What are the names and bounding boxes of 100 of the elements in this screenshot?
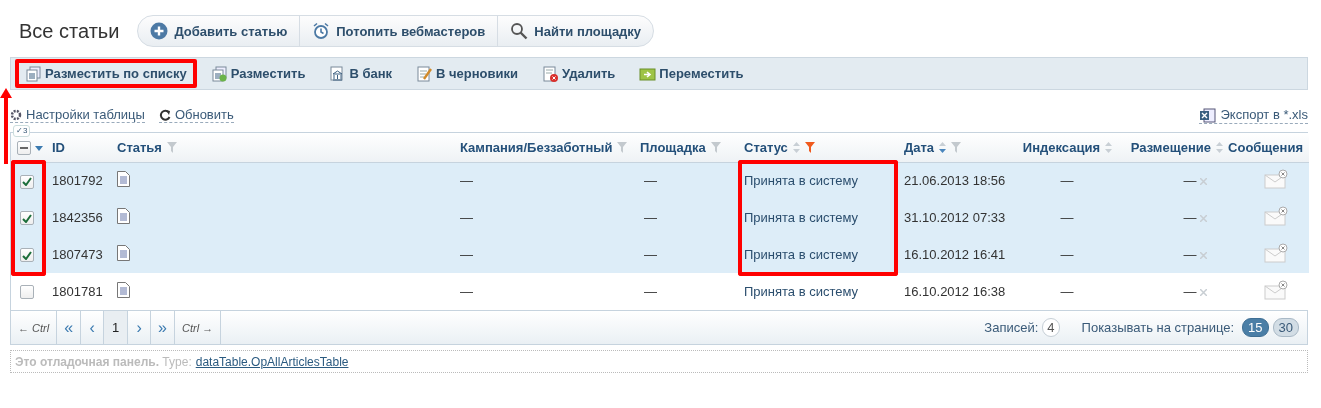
action-button[interactable]: Найти площадку <box>497 16 654 46</box>
document-delete-icon <box>542 65 559 82</box>
settings-link[interactable]: Настройки таблицы <box>10 107 145 123</box>
campaign-cell: — <box>460 210 473 225</box>
page-title: Все статьи <box>19 19 120 43</box>
check-icon <box>22 177 32 187</box>
site-cell: — <box>644 210 657 225</box>
selected-count-badge: ✓3 <box>13 125 31 137</box>
envelope-icon[interactable] <box>1264 243 1288 263</box>
filter-icon[interactable] <box>617 141 628 153</box>
pager-button[interactable]: « <box>57 311 82 344</box>
dropdown-caret-icon[interactable] <box>35 145 43 151</box>
sort-icon[interactable] <box>792 141 800 153</box>
pager-button[interactable]: » <box>151 311 175 344</box>
sort-icon[interactable] <box>1216 141 1223 153</box>
placement-cell: — <box>1183 247 1197 262</box>
id-cell: 1801792 <box>52 173 103 189</box>
document-icon[interactable] <box>117 245 130 261</box>
spreadsheet-icon <box>1199 106 1217 123</box>
status-cell: Принята в систему <box>744 284 859 299</box>
placement-cell: — <box>1183 173 1197 189</box>
placement-cell: — <box>1183 210 1197 225</box>
minus-icon <box>20 147 28 150</box>
envelope-icon[interactable] <box>1264 206 1288 226</box>
documents-icon <box>25 65 42 82</box>
indexing-cell: — <box>1060 210 1074 225</box>
row-checkbox[interactable] <box>20 211 34 226</box>
plus-icon <box>150 22 169 40</box>
select-all-checkbox[interactable] <box>17 141 31 156</box>
filter-icon[interactable] <box>166 141 177 153</box>
close-icon[interactable] <box>1200 252 1207 259</box>
alarm-clock-icon <box>312 22 331 40</box>
toolbar-button[interactable]: Удалить <box>532 59 626 88</box>
id-cell: 1801781 <box>52 284 103 299</box>
campaign-cell: — <box>460 284 473 299</box>
site-cell: — <box>644 284 657 299</box>
sort-icon[interactable] <box>939 141 947 153</box>
filter-icon[interactable] <box>710 141 721 153</box>
row-checkbox[interactable] <box>20 248 34 263</box>
per-page-button[interactable]: 15 <box>1242 318 1269 337</box>
campaign-cell: — <box>460 173 473 189</box>
indexing-cell: — <box>1060 247 1074 262</box>
toolbar-button[interactable]: Разместить <box>200 59 316 88</box>
date-cell: 16.10.2012 16:38 <box>904 284 1006 299</box>
toolbar-button[interactable]: В банк <box>319 59 402 88</box>
documents-icon <box>210 65 228 82</box>
placement-cell: — <box>1183 284 1197 299</box>
document-icon[interactable] <box>117 208 130 224</box>
action-button[interactable]: Потопить вебмастеров <box>299 16 498 46</box>
action-button[interactable]: Добавить статью <box>138 16 300 46</box>
id-cell: 1807473 <box>52 247 103 262</box>
envelope-icon[interactable] <box>1264 169 1288 190</box>
campaign-cell: — <box>460 247 473 262</box>
document-icon[interactable] <box>117 171 130 188</box>
date-cell: 16.10.2012 16:41 <box>904 247 1006 262</box>
document-icon[interactable] <box>117 282 130 298</box>
export-link[interactable]: Экспорт в *.xls <box>1199 106 1308 124</box>
sort-icon[interactable] <box>1105 141 1112 153</box>
row-checkbox[interactable] <box>20 174 34 189</box>
check-icon <box>22 213 32 223</box>
site-cell: — <box>644 247 657 262</box>
records-count: 4 <box>1042 318 1060 337</box>
toolbar-button[interactable]: Разместить по списку <box>15 59 197 88</box>
filter-icon[interactable] <box>951 141 962 153</box>
filter-icon[interactable] <box>804 141 815 153</box>
pager-button[interactable]: › <box>128 311 152 344</box>
settings-icon <box>10 108 22 121</box>
prev-page-hint: ← Ctrl <box>11 311 58 344</box>
envelope-icon[interactable] <box>1264 280 1288 300</box>
id-cell: 1842356 <box>52 210 103 225</box>
indexing-cell: — <box>1060 284 1074 299</box>
debug-text: Это отладочная панель. Type: <box>15 355 192 369</box>
column-header[interactable]: ID <box>52 139 65 155</box>
site-cell: — <box>644 173 657 189</box>
search-icon <box>510 22 529 40</box>
debug-link[interactable]: dataTable.OpAllArticlesTable <box>195 355 349 369</box>
per-page-label: Показывать на странице: <box>1081 320 1235 335</box>
row-checkbox[interactable] <box>20 285 34 300</box>
close-icon[interactable] <box>1200 178 1207 186</box>
records-label: Записей: <box>984 320 1039 335</box>
refresh-link[interactable]: Обновить <box>158 107 234 123</box>
check-icon <box>22 250 32 260</box>
close-icon[interactable] <box>1200 215 1207 222</box>
next-page-hint: Ctrl → <box>175 311 222 344</box>
column-header[interactable]: Дата <box>904 139 935 155</box>
toolbar-button[interactable]: В черновики <box>406 59 528 88</box>
column-header[interactable]: Статус <box>744 139 788 155</box>
date-cell: 21.06.2013 18:56 <box>904 173 1006 189</box>
date-cell: 31.10.2012 07:33 <box>904 210 1006 225</box>
close-icon[interactable] <box>1200 289 1207 296</box>
column-header[interactable]: Статья <box>117 139 162 155</box>
notepad-pencil-icon <box>416 65 433 82</box>
toolbar-button[interactable]: Переместить <box>629 59 754 88</box>
status-cell: Принята в систему <box>744 173 859 189</box>
pager-button[interactable]: 1 <box>104 311 129 344</box>
status-cell: Принята в систему <box>744 210 859 225</box>
per-page-button[interactable]: 30 <box>1272 318 1299 337</box>
status-cell: Принята в систему <box>744 247 859 262</box>
indexing-cell: — <box>1060 173 1074 189</box>
refresh-icon <box>158 108 171 121</box>
